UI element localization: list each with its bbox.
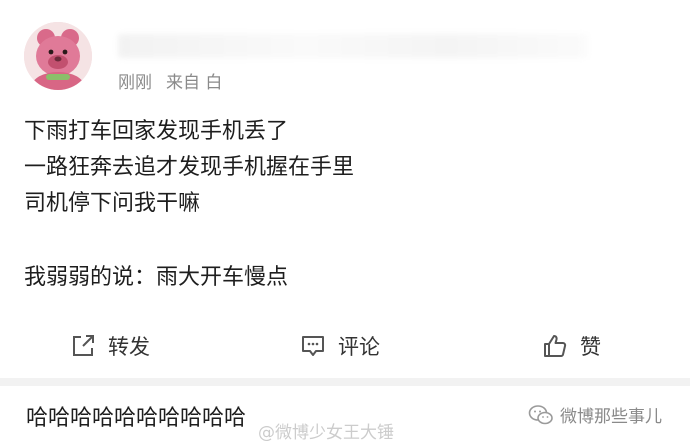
watermark-center: @微博少女王大锤 — [258, 423, 394, 443]
post-time: 刚刚 — [118, 73, 152, 93]
strawberry-bear-avatar-icon — [24, 22, 92, 90]
thumbs-up-icon — [544, 335, 567, 357]
comment-bubble-icon — [302, 336, 324, 356]
watermark-right: 微博那些事儿 — [528, 402, 662, 427]
comment-button[interactable]: 评论 — [300, 318, 380, 374]
avatar[interactable] — [24, 22, 92, 90]
post-line: 我弱弱的说：雨大开车慢点 — [24, 265, 289, 290]
post-body: 下雨打车回家发现手机丢了 一路狂奔去追才发现手机握在手里 司机停下问我干嘛 我弱… — [24, 114, 664, 296]
repost-label: 转发 — [108, 335, 150, 359]
post-line: 司机停下问我干嘛 — [24, 191, 201, 216]
wechat-icon — [528, 404, 553, 424]
like-label: 赞 — [580, 335, 601, 359]
like-button[interactable]: 赞 — [542, 318, 601, 374]
post-meta: 刚刚 来自 白 — [118, 68, 222, 93]
post-actions: 转发 评论 赞 — [0, 318, 690, 374]
share-arrow-icon — [73, 335, 94, 356]
watermark-right-text: 微博那些事儿 — [560, 407, 662, 427]
post-source-prefix: 来自 — [166, 73, 200, 93]
section-divider — [0, 378, 690, 386]
post-line: 下雨打车回家发现手机丢了 — [24, 119, 289, 144]
post-line: 一路狂奔去追才发现手机握在手里 — [24, 155, 355, 180]
post-source-suffix: 白 — [205, 73, 223, 93]
username-blurred — [118, 34, 588, 58]
comment-label: 评论 — [338, 335, 380, 359]
repost-button[interactable]: 转发 — [70, 318, 150, 374]
post-source: 来自 白 — [166, 73, 222, 93]
reply-text: 哈哈哈哈哈哈哈哈哈哈 — [26, 406, 247, 431]
